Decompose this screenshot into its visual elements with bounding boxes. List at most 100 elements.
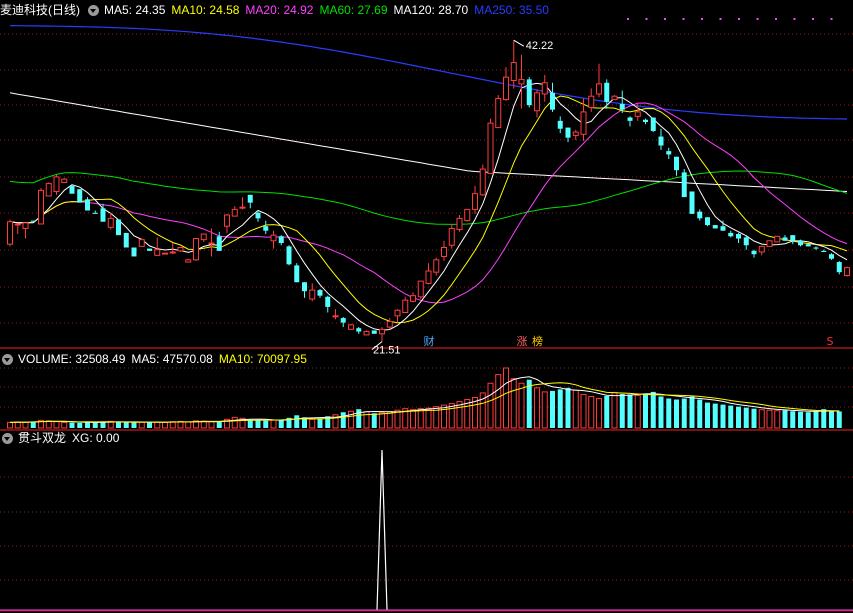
volume-bar xyxy=(541,391,548,429)
candle-body xyxy=(278,236,284,244)
volume-bar xyxy=(782,410,788,428)
volume-bar xyxy=(263,420,269,428)
volume-label: VOLUME: 32508.49 xyxy=(18,352,126,366)
volume-bar xyxy=(61,421,68,429)
candle-body xyxy=(689,191,695,214)
candle-body xyxy=(487,122,494,175)
volume-bar xyxy=(441,404,447,429)
volume-bar xyxy=(774,410,781,429)
candle-body xyxy=(580,111,587,135)
candle-body xyxy=(30,220,36,222)
candle-body xyxy=(821,250,827,252)
volume-bar xyxy=(247,419,253,428)
candle-body xyxy=(433,259,440,273)
candle-body xyxy=(836,262,842,273)
candle-body xyxy=(712,225,718,229)
top-tick-mark xyxy=(719,18,722,20)
kline-chart[interactable]: 42.22 21.51 财 涨榜 S xyxy=(0,0,853,613)
candle-body xyxy=(255,212,261,219)
volume-bar xyxy=(294,415,300,428)
volume-bar xyxy=(410,409,416,429)
candle-body xyxy=(596,83,602,95)
candle-body xyxy=(147,248,152,251)
volume-bar xyxy=(650,391,656,428)
candle-body xyxy=(464,208,471,222)
candle-body xyxy=(332,315,339,318)
candle-body xyxy=(643,119,648,122)
volume-bar xyxy=(92,422,98,428)
volume-bar xyxy=(77,422,83,428)
ma60-label: MA60: 27.69 xyxy=(319,3,388,17)
volume-bar xyxy=(720,404,726,428)
volume-bar xyxy=(829,410,834,428)
candle-body xyxy=(518,78,525,85)
ma250-label: MA250: 35.50 xyxy=(474,3,549,17)
candle-body xyxy=(154,249,161,256)
candle-body xyxy=(526,79,532,106)
candle-body xyxy=(22,222,29,229)
dropdown-icon[interactable] xyxy=(2,353,13,365)
candle-body xyxy=(604,82,610,102)
volume-bar xyxy=(270,419,277,429)
low-price-label: 21.51 xyxy=(373,345,401,357)
volume-bar xyxy=(510,378,517,429)
ma10-label: MA10: 24.58 xyxy=(171,3,240,17)
candle-body xyxy=(231,208,238,217)
candle-body xyxy=(14,223,21,226)
candle-body xyxy=(844,267,850,277)
candle-body xyxy=(247,194,253,203)
volume-bar xyxy=(619,393,625,428)
candle-body xyxy=(169,251,176,254)
volume-ma10-label: MA10: 70097.95 xyxy=(218,352,307,366)
volume-header: VOLUME: 32508.49 MA5: 47570.08 MA10: 700… xyxy=(0,350,313,368)
top-tick-mark xyxy=(775,18,777,20)
candle-body xyxy=(541,82,548,95)
dropdown-icon[interactable] xyxy=(2,432,13,444)
top-tick-mark xyxy=(830,18,833,20)
volume-bar xyxy=(604,395,610,428)
volume-bar xyxy=(154,421,161,429)
volume-bar xyxy=(805,412,811,428)
volume-bar xyxy=(138,421,145,429)
stock-title: 麦迪科技(日线) xyxy=(0,3,80,17)
volume-bar xyxy=(487,382,494,429)
candle-body xyxy=(177,247,184,252)
volume-ma5-label: MA5: 47570.08 xyxy=(131,352,213,366)
volume-bar xyxy=(697,399,703,428)
volume-bar xyxy=(758,409,765,429)
xg-signal-spike xyxy=(376,449,388,611)
volume-bar xyxy=(518,382,525,429)
volume-bar xyxy=(309,418,316,429)
candle-body xyxy=(309,289,316,300)
dropdown-icon[interactable] xyxy=(88,4,99,16)
top-tick-mark xyxy=(682,18,685,20)
candle-body xyxy=(634,111,641,117)
volume-bar xyxy=(185,421,192,429)
volume-bar xyxy=(588,395,595,429)
candle-body xyxy=(805,244,811,247)
ma5-line xyxy=(9,82,848,331)
top-tick-mark xyxy=(793,18,796,20)
top-tick-mark xyxy=(645,18,648,20)
top-tick-mark xyxy=(701,18,703,20)
volume-bar xyxy=(728,405,734,428)
ma10-line xyxy=(9,95,848,324)
candle-body xyxy=(100,208,106,222)
volume-bar xyxy=(379,412,385,429)
candle-body xyxy=(85,199,90,211)
candle-body xyxy=(317,290,323,296)
volume-bar xyxy=(798,411,803,428)
volume-bar xyxy=(503,367,509,429)
candle-body xyxy=(363,331,370,336)
candle-body xyxy=(448,227,455,246)
candle-body xyxy=(658,136,664,146)
candle-body xyxy=(162,252,168,255)
volume-bar xyxy=(766,409,773,429)
candle-body xyxy=(550,92,555,110)
volume-bar xyxy=(208,421,215,429)
candle-body xyxy=(77,189,83,203)
candle-body xyxy=(479,168,486,196)
volume-bar xyxy=(255,420,261,428)
top-tick-mark xyxy=(738,18,740,20)
volume-bar xyxy=(627,394,633,428)
